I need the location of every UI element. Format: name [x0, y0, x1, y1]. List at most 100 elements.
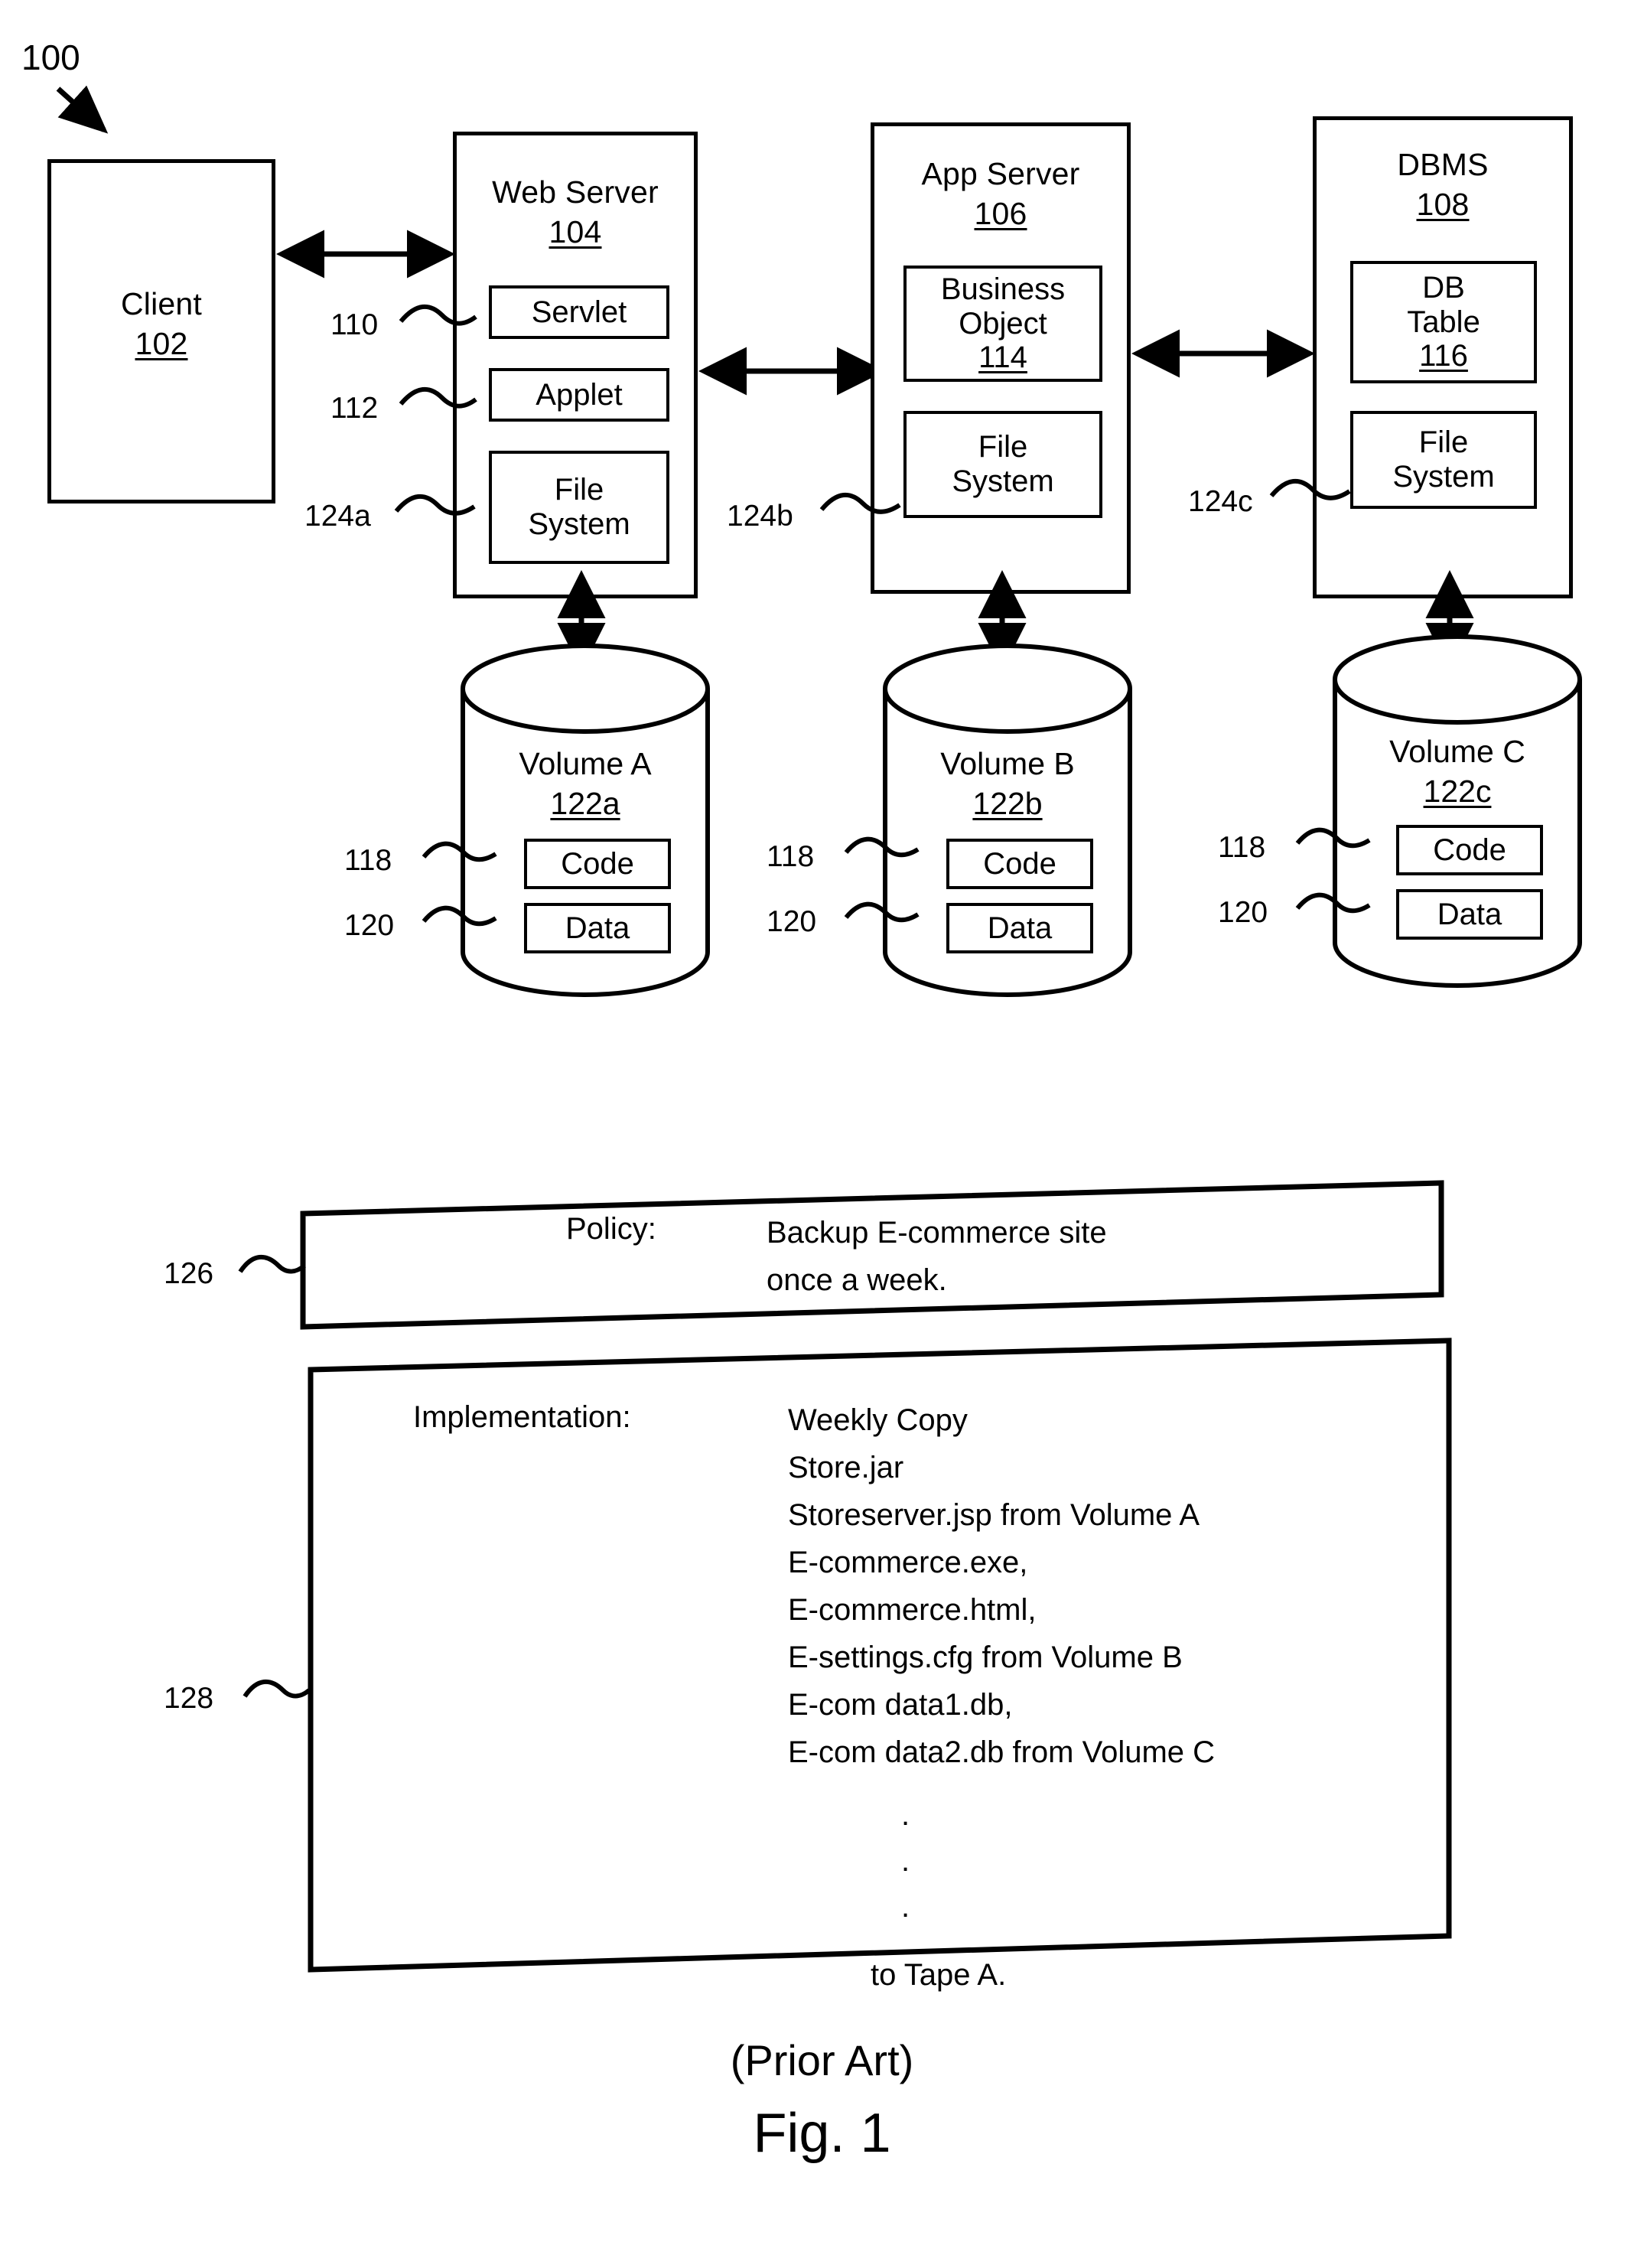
dbms-title-group: DBMS 108	[1317, 146, 1569, 223]
implementation-line: E-com data1.db,	[788, 1688, 1013, 1722]
volume-b-code-box[interactable]: Code	[946, 839, 1093, 889]
app-filesystem-ref-label: 124b	[727, 500, 793, 533]
implementation-line: Storeserver.jsp from Volume A	[788, 1498, 1200, 1532]
implementation-label: Implementation:	[413, 1400, 631, 1434]
implementation-leader-line	[243, 1679, 311, 1699]
volume-c-code-leader-line	[1295, 827, 1371, 849]
volume-c-ref: 122c	[1423, 774, 1492, 810]
business-object-ref: 114	[978, 341, 1027, 375]
volume-b-title-group: Volume B 122b	[881, 745, 1134, 823]
volume-a-code-leader-line	[422, 841, 497, 862]
business-object-label: Business Object	[940, 272, 1066, 341]
volume-c-data-leader-line	[1295, 892, 1371, 914]
applet-ref-label: 112	[330, 392, 379, 425]
volume-c-code-box[interactable]: Code	[1396, 825, 1543, 875]
volume-b-code-ref-label: 118	[767, 840, 815, 873]
figure-number-label: Fig. 1	[753, 2103, 891, 2164]
figure-caption: (Prior Art) Fig. 1	[0, 2035, 1644, 2165]
db-table-label-line2: Table	[1407, 305, 1480, 339]
client-webserver-arrow	[276, 230, 455, 279]
db-table-box[interactable]: DB Table 116	[1350, 261, 1537, 383]
ellipsis-dot: .	[901, 1890, 910, 1924]
volume-b-data-leader-line	[844, 901, 920, 923]
policy-leader-line	[238, 1254, 306, 1274]
implementation-line: E-commerce.html,	[788, 1593, 1037, 1627]
implementation-tail: to Tape A.	[871, 1951, 1006, 1999]
app-server-title: App Server	[921, 156, 1080, 191]
db-table-ref: 116	[1419, 339, 1468, 373]
implementation-line: E-com data2.db from Volume C	[788, 1735, 1216, 1769]
implementation-line: E-commerce.exe,	[788, 1546, 1028, 1579]
web-server-title-group: Web Server 104	[457, 174, 694, 251]
volume-a-code-box[interactable]: Code	[524, 839, 671, 889]
servlet-box[interactable]: Servlet	[489, 285, 669, 339]
web-server-title: Web Server	[492, 174, 659, 210]
volume-b-code-leader-line	[844, 836, 920, 858]
client-title: Client	[120, 286, 203, 321]
volume-c-data-box[interactable]: Data	[1396, 889, 1543, 940]
dbms-ref: 108	[1416, 187, 1470, 223]
implementation-tail-line: to Tape A.	[871, 1958, 1007, 1992]
web-filesystem-leader-line	[394, 494, 476, 516]
volume-a-code-ref-label: 118	[344, 844, 392, 877]
servlet-ref-label: 110	[330, 308, 379, 341]
volume-a-code-label: Code	[561, 846, 634, 881]
implementation-line: E-settings.cfg from Volume B	[788, 1641, 1183, 1674]
volume-c-title: Volume C	[1389, 734, 1525, 769]
policy-panel[interactable]: Policy: Backup E-commerce site once a we…	[298, 1178, 1446, 1331]
volume-a-ref: 122a	[550, 786, 620, 822]
policy-line: once a week.	[767, 1263, 947, 1297]
volume-a-data-box[interactable]: Data	[524, 903, 671, 953]
policy-lines: Backup E-commerce site once a week.	[767, 1209, 1107, 1304]
policy-line: Backup E-commerce site	[767, 1216, 1107, 1250]
client-title-group: Client 102	[51, 285, 272, 363]
implementation-panel[interactable]: Implementation: Weekly Copy Store.jar St…	[306, 1338, 1454, 1992]
db-table-label-line1: DB	[1422, 270, 1465, 305]
volume-a-data-leader-line	[422, 905, 497, 927]
app-server-ref: 106	[974, 196, 1027, 232]
policy-ref-label: 126	[164, 1257, 214, 1290]
volume-a-data-ref-label: 120	[344, 909, 395, 942]
dbms-filesystem-box[interactable]: File System	[1350, 411, 1537, 509]
appserver-dbms-arrow	[1131, 329, 1315, 378]
servlet-label: Servlet	[531, 295, 627, 329]
prior-art-label: (Prior Art)	[730, 2036, 914, 2084]
app-filesystem-box[interactable]: File System	[903, 411, 1102, 518]
ellipsis-dot: .	[901, 1844, 910, 1878]
implementation-line: Weekly Copy	[788, 1403, 968, 1437]
volume-a-title: Volume A	[519, 746, 652, 781]
dbms-title: DBMS	[1397, 147, 1489, 182]
client-ref: 102	[135, 326, 188, 362]
volume-c-data-ref-label: 120	[1218, 896, 1268, 929]
dbms-filesystem-leader-line	[1269, 478, 1351, 500]
web-server-ref: 104	[549, 214, 602, 250]
dbms-filesystem-ref-label: 124c	[1188, 485, 1253, 518]
client-block[interactable]: Client 102	[47, 159, 275, 503]
web-filesystem-box[interactable]: File System	[489, 451, 669, 564]
implementation-ref-label: 128	[164, 1682, 214, 1715]
volume-a-data-label: Data	[565, 911, 630, 945]
applet-box[interactable]: Applet	[489, 368, 669, 422]
volume-b-data-label: Data	[987, 911, 1053, 945]
implementation-ellipsis: . . .	[901, 1792, 910, 1930]
volume-b-data-box[interactable]: Data	[946, 903, 1093, 953]
applet-leader-line	[399, 386, 477, 409]
dbms-filesystem-label: File System	[1392, 425, 1495, 494]
implementation-line: Store.jar	[788, 1451, 904, 1484]
volume-c-data-label: Data	[1437, 897, 1502, 931]
web-filesystem-label: File System	[528, 473, 630, 541]
servlet-leader-line	[399, 304, 477, 326]
patent-figure-page: 100 Client 102 Web Server 104 Servlet Ap…	[0, 0, 1644, 2268]
web-filesystem-ref-label: 124a	[304, 500, 371, 533]
volume-a-title-group: Volume A 122a	[459, 745, 711, 823]
system-ref-label: 100	[21, 37, 80, 77]
applet-label: Applet	[536, 377, 623, 412]
business-object-box[interactable]: Business Object 114	[903, 266, 1102, 382]
app-server-title-group: App Server 106	[874, 155, 1127, 233]
implementation-lines: Weekly Copy Store.jar Storeserver.jsp fr…	[788, 1396, 1215, 1776]
policy-label: Policy:	[566, 1212, 656, 1246]
volume-c-code-label: Code	[1433, 833, 1506, 867]
ellipsis-dot: .	[901, 1798, 910, 1832]
volume-b-data-ref-label: 120	[767, 905, 817, 938]
volume-b-code-label: Code	[983, 846, 1056, 881]
